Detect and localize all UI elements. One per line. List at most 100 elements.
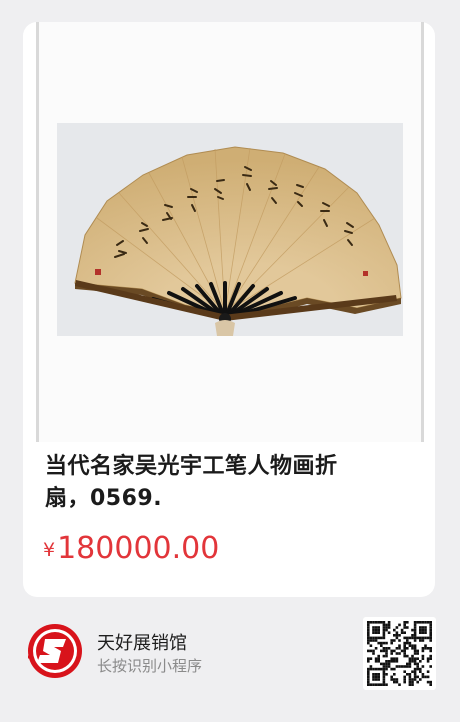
qr-module [393, 657, 396, 660]
qr-module [385, 623, 388, 627]
qr-module [400, 649, 404, 653]
product-title-line1: 当代名家吴光宇工笔人物画折 [45, 454, 338, 479]
qr-module [380, 644, 383, 647]
qr-module [426, 660, 430, 663]
qr-module [380, 662, 383, 666]
qr-module [382, 683, 386, 686]
qr-module [408, 665, 412, 668]
qr-module [380, 621, 383, 624]
qr-module [424, 631, 427, 634]
qr-module [367, 675, 370, 679]
qr-module [367, 626, 370, 629]
qr-module [390, 657, 393, 660]
qr-module [413, 628, 417, 632]
qr-module [419, 678, 422, 681]
qr-module [393, 639, 396, 642]
qr-module [367, 639, 370, 642]
qr-module [387, 662, 391, 666]
qr-module [372, 649, 375, 653]
qr-module [374, 657, 378, 660]
qr-module [408, 644, 412, 647]
qr-module [416, 680, 419, 684]
qr-module [374, 631, 378, 634]
qr-module [395, 631, 399, 634]
qr-module [429, 649, 432, 653]
qr-module [387, 626, 391, 629]
qr-module [395, 647, 399, 650]
qr-module [421, 628, 425, 632]
qr-module [367, 680, 370, 684]
qr-module [413, 623, 417, 627]
qr-code-frame[interactable] [363, 617, 436, 690]
qr-module [367, 660, 370, 663]
qr-module [367, 670, 370, 673]
qr-module [426, 621, 430, 624]
qr-module [406, 639, 409, 642]
qr-module [372, 678, 375, 681]
qr-module [429, 683, 432, 686]
qr-module [385, 647, 388, 650]
qr-module [393, 678, 396, 681]
qr-module [403, 649, 406, 653]
qr-module [426, 636, 430, 640]
qr-module [367, 683, 370, 686]
qr-module [429, 665, 432, 668]
qr-module [395, 652, 399, 655]
qr-module [395, 636, 399, 640]
qr-module [377, 631, 380, 634]
qr-module [390, 667, 393, 671]
qr-module [398, 647, 401, 650]
qr-module [382, 621, 386, 624]
qr-module [385, 641, 388, 645]
qr-module [393, 628, 396, 632]
qr-module [426, 647, 430, 650]
qr-module [374, 660, 378, 663]
qr-module [372, 675, 375, 679]
qr-module [377, 641, 380, 645]
qr-module [372, 673, 375, 676]
qr-module [413, 657, 417, 660]
qr-module [390, 639, 393, 642]
folding-fan-photo[interactable] [57, 123, 403, 336]
mini-program-qr-code[interactable] [363, 617, 436, 690]
qr-module [416, 667, 419, 671]
qr-module [419, 626, 422, 629]
qr-module [413, 678, 417, 681]
qr-module [372, 667, 375, 671]
product-price: ¥180000.00 [43, 531, 219, 566]
qr-module [413, 662, 417, 666]
qr-module [419, 628, 422, 632]
qr-module [369, 667, 373, 671]
qr-module [382, 623, 386, 627]
qr-module [395, 660, 399, 663]
qr-module [411, 647, 414, 650]
qr-module [429, 636, 432, 640]
shop-name[interactable]: 天好展销馆 [97, 629, 187, 655]
qr-module [416, 662, 419, 666]
qr-module [408, 683, 412, 686]
qr-module [424, 628, 427, 632]
qr-module [408, 657, 412, 660]
qr-module [382, 631, 386, 634]
qr-module [411, 644, 414, 647]
qr-module [413, 667, 417, 671]
qr-module [429, 623, 432, 627]
qr-module [369, 636, 373, 640]
qr-module [369, 639, 373, 642]
qr-module [377, 628, 380, 632]
qr-module [424, 647, 427, 650]
qr-module [413, 647, 417, 650]
qr-module [393, 660, 396, 663]
qr-module [390, 641, 393, 645]
qr-module [424, 621, 427, 624]
qr-module [395, 680, 399, 684]
qr-module [429, 634, 432, 637]
product-title[interactable]: 当代名家吴光宇工笔人物画折 扇，0569. [45, 451, 375, 515]
qr-module [419, 621, 422, 624]
qr-module [403, 652, 406, 655]
qr-module [429, 631, 432, 634]
qr-module [398, 639, 401, 642]
qr-module [400, 665, 404, 668]
qr-module [406, 621, 409, 624]
shop-logo-icon[interactable] [27, 623, 83, 679]
